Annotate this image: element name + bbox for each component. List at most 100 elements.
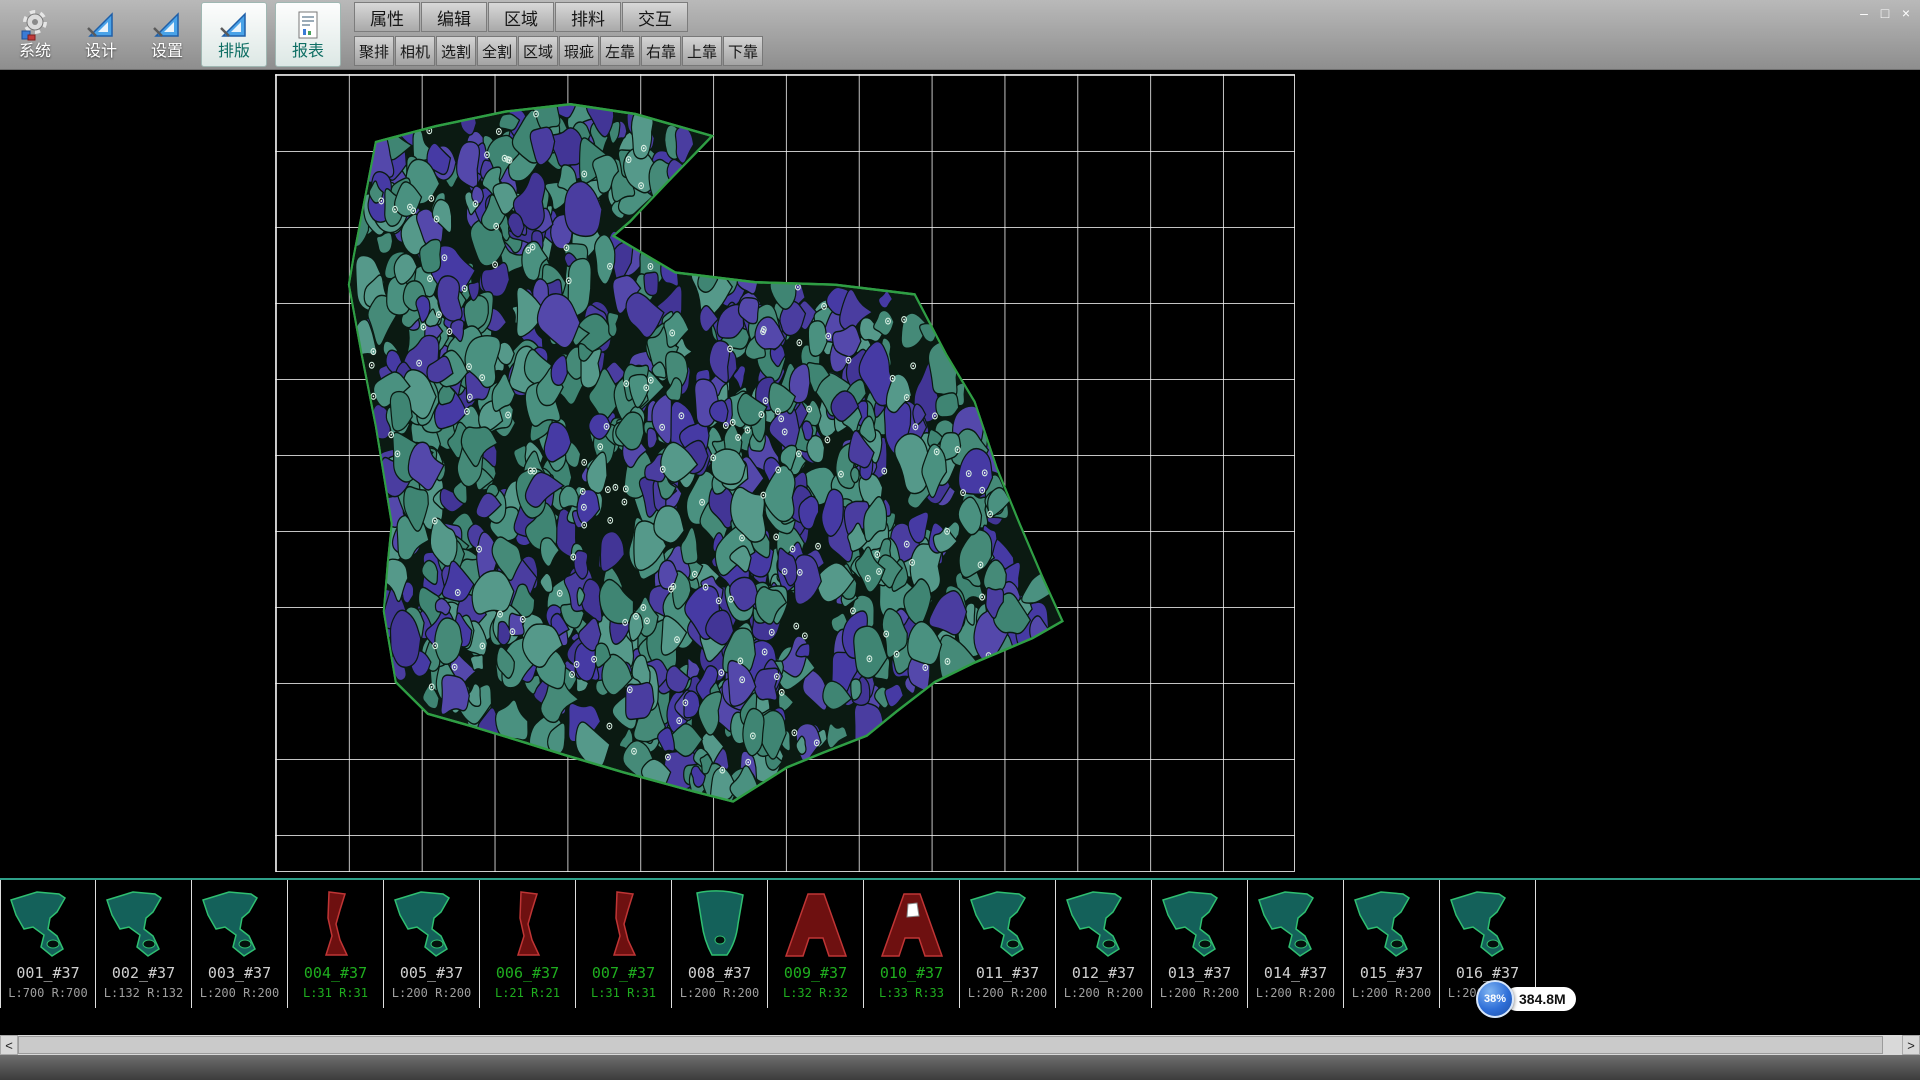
main-button-settings[interactable]: 设置 bbox=[134, 0, 200, 69]
piece-thumbnail[interactable]: 003_#37L:200 R:200 bbox=[192, 880, 288, 1008]
piece-shape bbox=[387, 880, 477, 964]
main-button-report[interactable]: 报表 bbox=[275, 2, 341, 67]
menu-tab-nesting[interactable]: 排料 bbox=[555, 2, 621, 32]
setsquare-icon bbox=[218, 9, 250, 41]
menu-tab-properties[interactable]: 属性 bbox=[354, 2, 420, 32]
piece-shape bbox=[579, 880, 669, 964]
sheet-grid[interactable] bbox=[275, 74, 1295, 872]
main-button-label: 排版 bbox=[218, 44, 250, 60]
piece-label: 004_#37 bbox=[304, 964, 367, 984]
piece-thumbnail[interactable]: 012_#37L:200 R:200 bbox=[1056, 880, 1152, 1008]
window-controls: – □ × bbox=[1855, 4, 1915, 22]
piece-thumbnail[interactable]: 014_#37L:200 R:200 bbox=[1248, 880, 1344, 1008]
piece-label: 015_#37 bbox=[1360, 964, 1423, 984]
piece-shape bbox=[1251, 880, 1341, 964]
horizontal-scrollbar[interactable]: < > bbox=[0, 1035, 1920, 1055]
piece-thumbnail[interactable]: 001_#37L:700 R:700 bbox=[0, 880, 96, 1008]
scrollbar-track[interactable] bbox=[18, 1035, 1902, 1055]
scrollbar-thumb[interactable] bbox=[18, 1036, 1883, 1054]
piece-shape bbox=[483, 880, 573, 964]
action-toolbar: 聚排相机选割全割区域瑕疵左靠右靠上靠下靠 bbox=[354, 36, 763, 66]
piece-count: L:32 R:32 bbox=[783, 984, 848, 1002]
progress-badge: 38% 384.8M bbox=[1476, 980, 1576, 1018]
setsquare-icon bbox=[85, 9, 117, 41]
main-button-label: 设置 bbox=[151, 44, 183, 60]
piece-label: 002_#37 bbox=[112, 964, 175, 984]
piece-count: L:200 R:200 bbox=[1352, 984, 1431, 1002]
piece-label: 005_#37 bbox=[400, 964, 463, 984]
bottom-status-bar bbox=[0, 1055, 1920, 1080]
piece-thumbnail[interactable]: 011_#37L:200 R:200 bbox=[960, 880, 1056, 1008]
main-toolbar: 系统 设计 设置 排版 报表 bbox=[0, 0, 342, 69]
piece-count: L:200 R:200 bbox=[1064, 984, 1143, 1002]
piece-thumbnail[interactable]: 010_#37L:33 R:33 bbox=[864, 880, 960, 1008]
piece-count: L:31 R:31 bbox=[591, 984, 656, 1002]
piece-thumbnail[interactable]: 002_#37L:132 R:132 bbox=[96, 880, 192, 1008]
piece-label: 012_#37 bbox=[1072, 964, 1135, 984]
piece-shape bbox=[675, 880, 765, 964]
pieces-strip: 001_#37L:700 R:700002_#37L:132 R:132003_… bbox=[0, 878, 1920, 1008]
action-button-select-cut[interactable]: 选割 bbox=[436, 36, 476, 66]
piece-thumbnail[interactable]: 005_#37L:200 R:200 bbox=[384, 880, 480, 1008]
piece-count: L:33 R:33 bbox=[879, 984, 944, 1002]
menu-tab-region[interactable]: 区域 bbox=[488, 2, 554, 32]
piece-label: 011_#37 bbox=[976, 964, 1039, 984]
piece-thumbnail[interactable]: 013_#37L:200 R:200 bbox=[1152, 880, 1248, 1008]
menu-tabs: 属性编辑区域排料交互 bbox=[354, 2, 763, 32]
close-button[interactable]: × bbox=[1897, 4, 1915, 22]
piece-label: 009_#37 bbox=[784, 964, 847, 984]
main-button-label: 报表 bbox=[292, 44, 324, 60]
leather-hide[interactable] bbox=[276, 75, 1294, 871]
piece-shape bbox=[291, 880, 381, 964]
main-button-label: 系统 bbox=[19, 44, 51, 60]
action-button-cluster-nest[interactable]: 聚排 bbox=[354, 36, 394, 66]
main-button-design[interactable]: 设计 bbox=[68, 0, 134, 69]
menu-tab-interaction[interactable]: 交互 bbox=[622, 2, 688, 32]
piece-count: L:200 R:200 bbox=[392, 984, 471, 1002]
piece-shape bbox=[963, 880, 1053, 964]
main-button-layout[interactable]: 排版 bbox=[201, 2, 267, 67]
piece-shape bbox=[1059, 880, 1149, 964]
piece-label: 003_#37 bbox=[208, 964, 271, 984]
piece-label: 014_#37 bbox=[1264, 964, 1327, 984]
menu-tab-edit[interactable]: 编辑 bbox=[421, 2, 487, 32]
main-button-label: 设计 bbox=[85, 44, 117, 60]
piece-thumbnail[interactable]: 008_#37L:200 R:200 bbox=[672, 880, 768, 1008]
memory-label: 384.8M bbox=[1505, 987, 1576, 1011]
piece-shape bbox=[771, 880, 861, 964]
piece-count: L:132 R:132 bbox=[104, 984, 183, 1002]
piece-shape bbox=[195, 880, 285, 964]
piece-count: L:200 R:200 bbox=[200, 984, 279, 1002]
piece-thumbnail[interactable]: 009_#37L:32 R:32 bbox=[768, 880, 864, 1008]
main-button-system[interactable]: 系统 bbox=[2, 0, 68, 69]
scroll-right-arrow-icon[interactable]: > bbox=[1902, 1035, 1920, 1055]
piece-label: 008_#37 bbox=[688, 964, 751, 984]
action-button-cut-all[interactable]: 全割 bbox=[477, 36, 517, 66]
piece-shape bbox=[1347, 880, 1437, 964]
action-button-align-right[interactable]: 右靠 bbox=[641, 36, 681, 66]
progress-circle: 38% bbox=[1476, 980, 1514, 1018]
piece-thumbnail[interactable]: 015_#37L:200 R:200 bbox=[1344, 880, 1440, 1008]
action-button-camera[interactable]: 相机 bbox=[395, 36, 435, 66]
piece-thumbnail[interactable]: 004_#37L:31 R:31 bbox=[288, 880, 384, 1008]
piece-thumbnail[interactable]: 007_#37L:31 R:31 bbox=[576, 880, 672, 1008]
piece-count: L:200 R:200 bbox=[1256, 984, 1335, 1002]
scroll-left-arrow-icon[interactable]: < bbox=[0, 1035, 18, 1055]
piece-label: 006_#37 bbox=[496, 964, 559, 984]
action-button-align-left[interactable]: 左靠 bbox=[600, 36, 640, 66]
nesting-canvas[interactable] bbox=[0, 70, 1920, 878]
piece-count: L:31 R:31 bbox=[303, 984, 368, 1002]
minimize-button[interactable]: – bbox=[1855, 4, 1873, 22]
piece-shape bbox=[3, 880, 93, 964]
piece-shape bbox=[99, 880, 189, 964]
piece-thumbnail[interactable]: 006_#37L:21 R:21 bbox=[480, 880, 576, 1008]
action-button-region[interactable]: 区域 bbox=[518, 36, 558, 66]
piece-count: L:200 R:200 bbox=[968, 984, 1047, 1002]
piece-shape bbox=[1443, 880, 1533, 964]
action-button-align-bottom[interactable]: 下靠 bbox=[723, 36, 763, 66]
piece-count: L:200 R:200 bbox=[1160, 984, 1239, 1002]
action-button-defect[interactable]: 瑕疵 bbox=[559, 36, 599, 66]
piece-count: L:200 R:200 bbox=[680, 984, 759, 1002]
maximize-button[interactable]: □ bbox=[1876, 4, 1894, 22]
action-button-align-top[interactable]: 上靠 bbox=[682, 36, 722, 66]
